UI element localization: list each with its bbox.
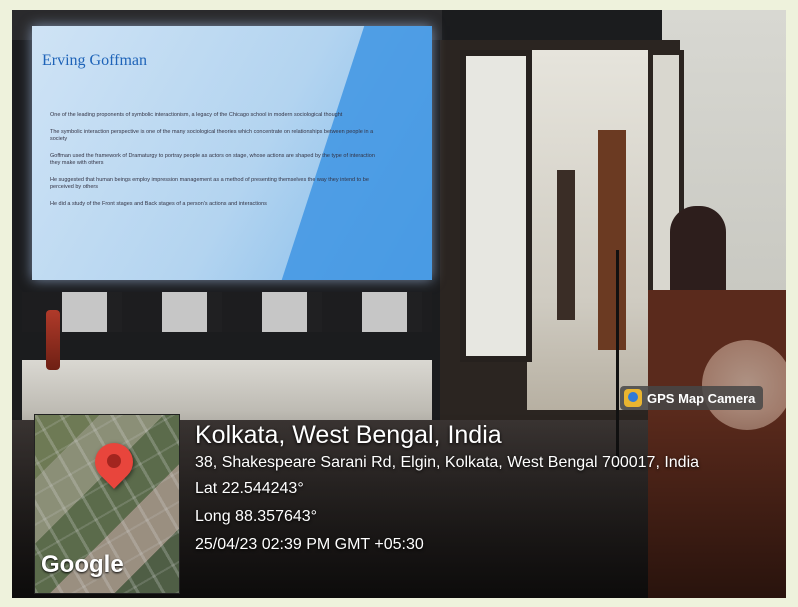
slide-bullet: One of the leading proponents of symboli… <box>50 112 343 118</box>
map-thumbnail: Google <box>34 414 180 594</box>
gps-camera-badge: GPS Map Camera <box>620 386 764 410</box>
door-leaf <box>460 50 532 362</box>
gps-camera-icon <box>624 389 642 407</box>
slide-bullet: Goffman used the framework of Dramaturgy… <box>50 153 375 166</box>
longitude: Long 88.357643° <box>195 508 318 525</box>
slide-title: Erving Goffman <box>42 52 148 69</box>
google-logo: Google <box>41 551 124 578</box>
photo-frame: Erving Goffman One of the leading propon… <box>12 10 786 598</box>
latitude: Lat 22.544243° <box>195 480 304 497</box>
badge-label: GPS Map Camera <box>647 390 756 406</box>
location-title: Kolkata, West Bengal, India <box>195 421 502 449</box>
slide-bullet: He did a study of the Front stages and B… <box>50 201 267 207</box>
slide-bullet: He suggested that human beings employ im… <box>50 177 369 190</box>
chairs-row <box>22 292 432 332</box>
water-bottle <box>46 310 60 370</box>
map-pin-dot <box>107 454 121 468</box>
datetime: 25/04/23 02:39 PM GMT +05:30 <box>195 536 424 553</box>
corridor-door <box>598 130 626 350</box>
projected-slide: Erving Goffman One of the leading propon… <box>32 26 432 280</box>
slide-bullets: One of the leading proponents of symboli… <box>50 112 380 218</box>
address-line: 38, Shakespeare Sarani Rd, Elgin, Kolkat… <box>195 454 700 471</box>
corridor-door-far <box>557 170 575 320</box>
corridor <box>527 50 657 410</box>
slide-bullet: The symbolic interaction perspective is … <box>50 129 374 142</box>
